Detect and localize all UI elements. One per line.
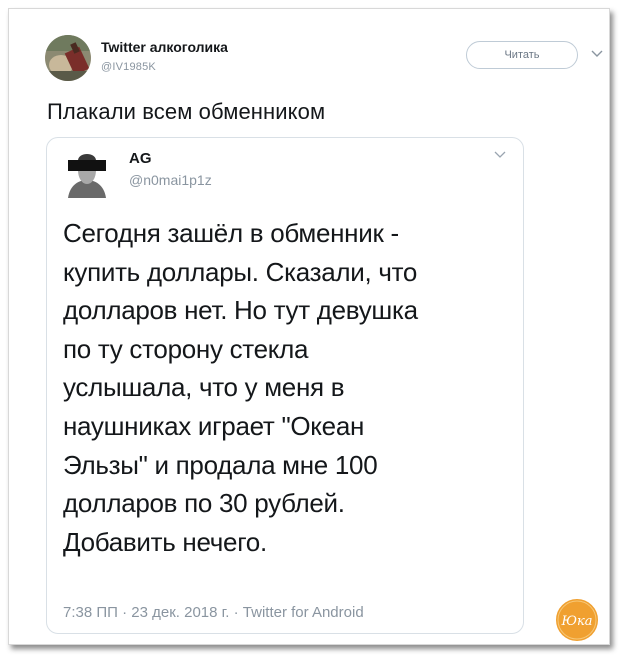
screenshot-frame: Twitter алкоголика @IV1985K Читать Плака… (8, 8, 610, 645)
tweet-header: Twitter алкоголика @IV1985K Читать (45, 35, 603, 83)
quoted-tweet-timestamp[interactable]: 7:38 ПП · 23 дек. 2018 г. · Twitter for … (63, 604, 364, 621)
follow-button[interactable]: Читать (466, 41, 578, 69)
author-avatar[interactable] (45, 35, 91, 81)
censor-bar (68, 160, 106, 171)
quoted-tweet-body: Сегодня зашёл в обменник - купить доллар… (63, 218, 418, 557)
quoted-tweet[interactable]: AG @n0mai1p1z Сегодня зашёл в обменник -… (46, 137, 524, 634)
svg-text:Юка: Юка (560, 614, 592, 629)
avatar-image (45, 35, 91, 81)
author-name[interactable]: Twitter алкоголика (101, 39, 228, 55)
author-handle[interactable]: @IV1985K (101, 61, 156, 73)
quoted-author-handle[interactable]: @n0mai1p1z (129, 172, 212, 188)
quoted-author-name[interactable]: AG (129, 150, 152, 167)
chevron-down-icon[interactable] (493, 148, 507, 162)
chevron-down-icon[interactable] (590, 47, 604, 61)
quoted-author-avatar[interactable] (62, 146, 112, 198)
watermark-logo-icon: Юка (554, 597, 600, 643)
tweet-text: Плакали всем обменником (47, 99, 326, 124)
